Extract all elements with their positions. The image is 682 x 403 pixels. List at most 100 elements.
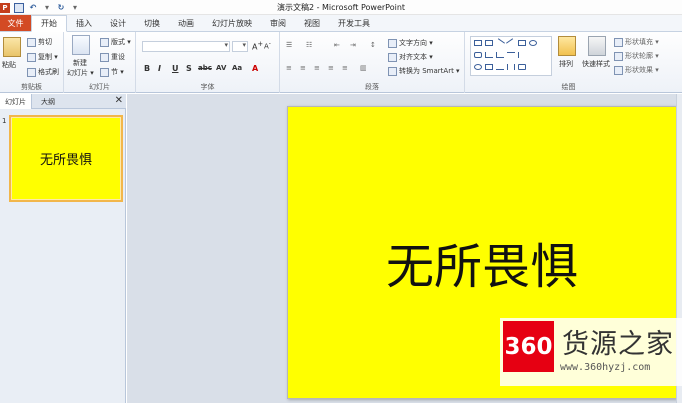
tab-insert[interactable]: 插入 [67,15,101,31]
new-slide-icon[interactable] [72,35,90,55]
text-direction-button[interactable]: 文字方向 ▾ [388,38,433,48]
copy-button[interactable]: 复制 ▾ [27,52,58,62]
shape-fill-button[interactable]: 形状填充 ▾ [614,37,659,47]
decrease-indent-icon[interactable]: ⇤ [334,41,340,49]
tab-developer[interactable]: 开发工具 [329,15,379,31]
line-shape-icon[interactable] [495,38,505,48]
tab-slideshow[interactable]: 幻灯片放映 [203,15,261,31]
circle-shape-icon[interactable] [474,64,482,70]
align-text-button[interactable]: 对齐文本 ▾ [388,52,433,62]
tab-transitions[interactable]: 切换 [135,15,169,31]
ribbon: 粘贴 剪切 复制 ▾ 格式刷 剪贴板 新建 幻灯片 ▾ 版式 ▾ 重设 节 ▾ … [0,32,682,93]
align-center-icon[interactable]: ≡ [300,64,306,72]
section-button[interactable]: 节 ▾ [100,67,124,77]
line-spacing-icon[interactable]: ↕ [370,41,376,49]
arrange-button[interactable]: 排列 [559,59,573,69]
thumbnail-text: 无所畏惧 [12,118,120,199]
numbering-icon[interactable]: ☷ [306,41,312,49]
shape-outline-button[interactable]: 形状轮廓 ▾ [614,51,659,61]
tab-home[interactable]: 开始 [31,15,67,32]
cut-button[interactable]: 剪切 [27,37,52,47]
oval-shape-icon[interactable] [529,40,537,46]
paragraph-label: 段落 [365,83,379,91]
tab-animations[interactable]: 动画 [169,15,203,31]
quick-styles-button[interactable]: 快速样式 [582,59,610,69]
font-label: 字体 [200,83,215,91]
text-direction-icon [388,38,397,48]
quick-styles-icon[interactable] [588,36,606,56]
connector-shape-icon[interactable] [485,52,493,58]
paste-button[interactable]: 粘贴 [2,60,16,70]
slide-number: 1 [2,117,7,125]
slide-thumbnail[interactable]: 无所畏惧 [9,115,123,202]
font-color-icon[interactable]: A [252,64,258,73]
tab-view[interactable]: 视图 [295,15,329,31]
elbow-connector-icon[interactable] [496,52,504,58]
textbox-shape-icon[interactable] [474,40,482,46]
rounded-rect-shape-icon[interactable] [474,52,482,58]
align-right-icon[interactable]: ≡ [314,64,320,72]
watermark-logo: 360 [503,321,554,372]
slides-label: 幻灯片 [89,83,110,91]
increase-indent-icon[interactable]: ⇥ [350,41,356,49]
paint-bucket-icon [614,37,623,47]
change-case-icon[interactable]: Aa [232,64,242,72]
reset-icon [100,52,109,62]
smartart-button[interactable]: 转换为 SmartArt ▾ [388,66,460,76]
watermark: 360 货源之家 www.360hyzj.com [500,318,682,386]
align-left-icon[interactable]: ≡ [286,64,292,72]
effects-icon [614,65,623,75]
new-slide-button[interactable]: 新建 [73,58,87,68]
shrink-font-icon[interactable]: A- [264,41,271,50]
slide-title-text[interactable]: 无所畏惧 [288,227,676,297]
distribute-icon[interactable]: ≡ [342,64,348,72]
grow-font-icon[interactable]: A+ [252,40,263,52]
copy-icon [27,52,36,62]
triangle-shape-icon[interactable] [485,64,493,70]
section-icon [100,67,109,77]
format-painter-button[interactable]: 格式刷 [27,67,59,77]
new-slide-dropdown[interactable]: 幻灯片 ▾ [67,68,94,78]
reset-button[interactable]: 重设 [100,52,125,62]
strikethrough-icon[interactable]: abc [198,64,212,72]
columns-icon[interactable]: ▥ [360,64,367,72]
tab-review[interactable]: 审阅 [261,15,295,31]
shape-effects-button[interactable]: 形状效果 ▾ [614,65,659,75]
drawing-label: 绘图 [561,83,576,91]
arrow-shape-icon[interactable] [506,38,516,48]
italic-icon[interactable]: I [158,64,161,73]
scissors-icon [27,37,36,47]
vertical-textbox-icon[interactable] [485,40,493,46]
paste-icon[interactable] [3,37,21,57]
brace-shape-icon[interactable] [507,64,515,70]
justify-icon[interactable]: ≡ [328,64,334,72]
ribbon-tabs: 文件 开始 插入 设计 切换 动画 幻灯片放映 审阅 视图 开发工具 [0,15,682,32]
curve-shape-icon[interactable] [496,64,504,70]
rectangle-shape-icon[interactable] [518,40,526,46]
tab-design[interactable]: 设计 [101,15,135,31]
close-pane-icon[interactable]: ✕ [115,95,123,106]
pane-tabs: 幻灯片 大纲 ✕ [0,94,126,109]
title-bar: P ↶ ▾ ↻ ▾ 演示文稿2 - Microsoft PowerPoint [0,0,682,15]
watermark-name: 货源之家 [562,329,674,360]
align-text-icon [388,52,397,62]
tab-outline[interactable]: 大纲 [34,94,62,109]
font-size-combo[interactable] [232,41,248,52]
shadow-icon[interactable]: S [186,64,192,73]
underline-icon[interactable]: U [172,64,179,73]
star-shape-icon[interactable] [518,64,526,70]
layout-icon [100,37,109,47]
bullets-icon[interactable]: ☰ [286,41,292,49]
tab-slides[interactable]: 幻灯片 [0,94,32,109]
paragraph-group: ☰ ☷ ⇤ ⇥ ↕ 文字方向 ▾ 对齐文本 ▾ 转换为 SmartArt ▾ ≡… [280,32,465,93]
tab-file[interactable]: 文件 [0,15,31,31]
char-spacing-icon[interactable]: AV [216,64,226,72]
brush-icon [27,67,36,77]
down-arrow-shape-icon[interactable] [518,52,526,58]
font-name-combo[interactable] [142,41,230,52]
bold-icon[interactable]: B [144,64,150,73]
arrange-icon[interactable] [558,36,576,56]
right-arrow-shape-icon[interactable] [507,52,515,58]
shapes-gallery[interactable] [470,36,552,76]
layout-button[interactable]: 版式 ▾ [100,37,131,47]
